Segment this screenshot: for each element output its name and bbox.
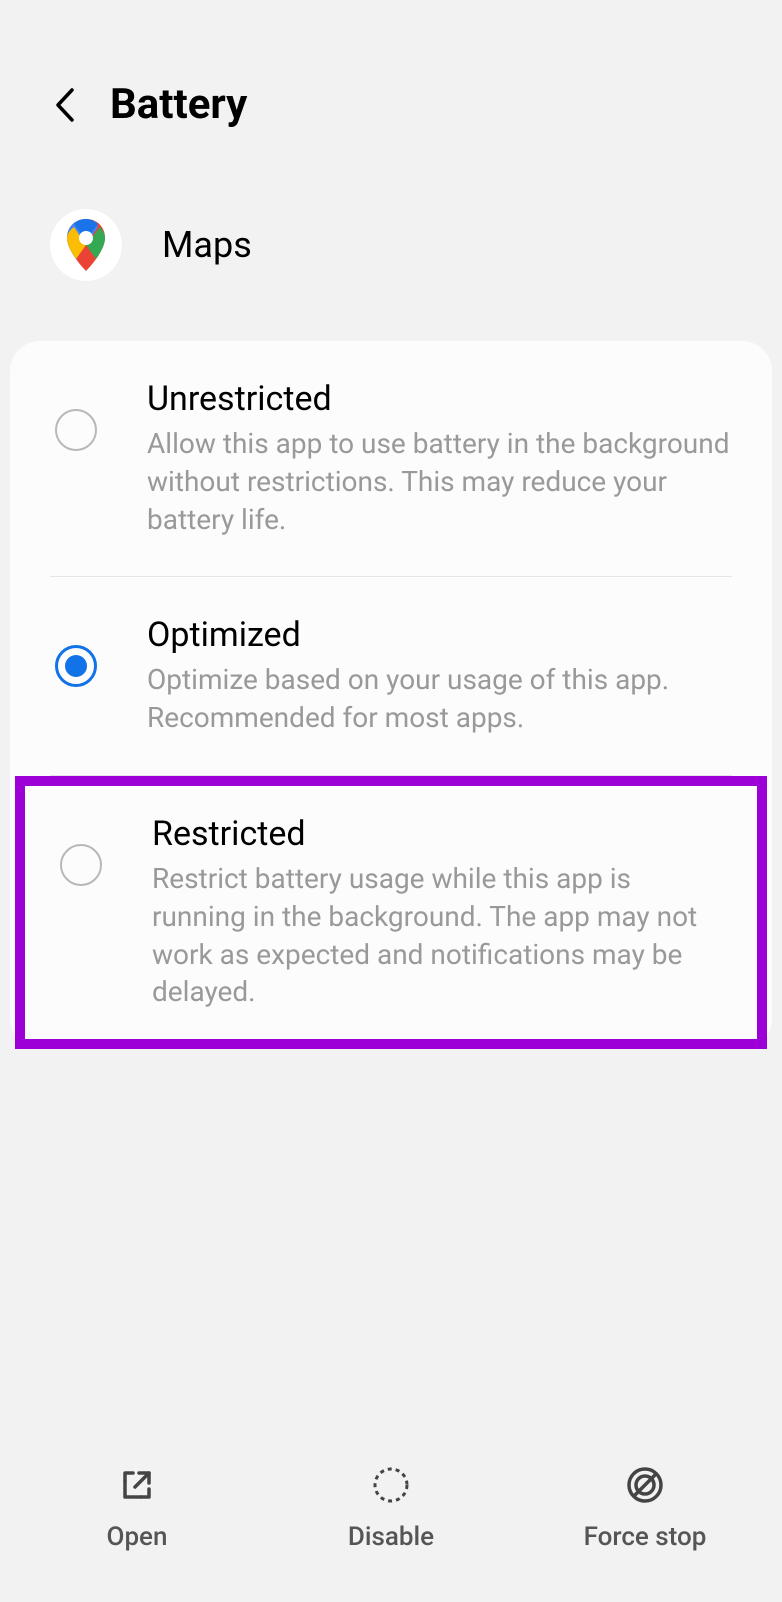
header: Battery bbox=[0, 0, 782, 159]
option-title: Optimized bbox=[147, 615, 732, 655]
radio-optimized[interactable] bbox=[55, 645, 97, 687]
app-name: Maps bbox=[162, 224, 252, 266]
back-icon[interactable] bbox=[50, 85, 80, 125]
force-stop-label: Force stop bbox=[584, 1522, 707, 1552]
option-title: Restricted bbox=[152, 814, 727, 854]
option-unrestricted[interactable]: Unrestricted Allow this app to use batte… bbox=[10, 341, 772, 576]
maps-app-icon bbox=[50, 209, 122, 281]
option-restricted[interactable]: Restricted Restrict battery usage while … bbox=[15, 776, 767, 1049]
radio-restricted[interactable] bbox=[60, 844, 102, 886]
option-desc: Restrict battery usage while this app is… bbox=[152, 860, 727, 1011]
radio-unrestricted[interactable] bbox=[55, 409, 97, 451]
disable-button[interactable]: Disable bbox=[264, 1464, 518, 1552]
option-optimized[interactable]: Optimized Optimize based on your usage o… bbox=[10, 577, 772, 775]
app-info: Maps bbox=[0, 159, 782, 341]
option-desc: Optimize based on your usage of this app… bbox=[147, 661, 732, 737]
open-button[interactable]: Open bbox=[10, 1464, 264, 1552]
force-stop-icon bbox=[624, 1464, 666, 1506]
force-stop-button[interactable]: Force stop bbox=[518, 1464, 772, 1552]
option-title: Unrestricted bbox=[147, 379, 732, 419]
bottom-bar: Open Disable Force stop bbox=[0, 1424, 782, 1602]
page-title: Battery bbox=[110, 80, 247, 129]
option-desc: Allow this app to use battery in the bac… bbox=[147, 425, 732, 538]
disable-icon bbox=[370, 1464, 412, 1506]
disable-label: Disable bbox=[348, 1522, 434, 1552]
open-icon bbox=[116, 1464, 158, 1506]
open-label: Open bbox=[107, 1522, 168, 1552]
options-card: Unrestricted Allow this app to use batte… bbox=[10, 341, 772, 1049]
